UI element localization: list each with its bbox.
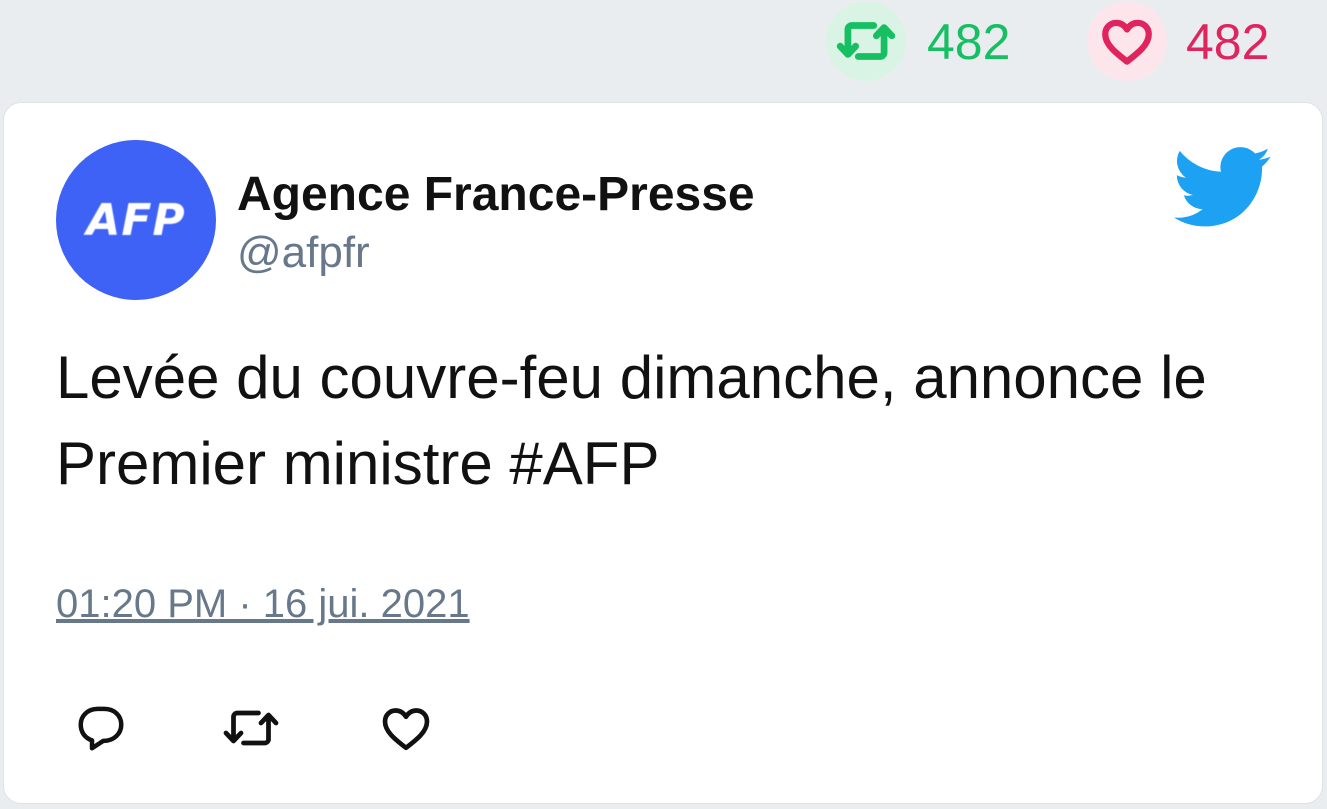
reply-button[interactable] — [71, 698, 131, 758]
tweet-timestamp-link[interactable]: 01:20 PM · 16 jui. 2021 — [56, 581, 470, 627]
author-name[interactable]: Agence France-Presse — [237, 168, 755, 222]
like-count: 482 — [1186, 14, 1270, 70]
like-button[interactable] — [376, 698, 436, 758]
avatar[interactable]: AFP — [56, 140, 216, 300]
retweet-stat-button[interactable] — [826, 1, 906, 81]
like-stat-button[interactable] — [1087, 1, 1167, 81]
heart-icon — [1102, 19, 1152, 65]
tweet-card: AFP Agence France-Presse @afpfr Levée du… — [3, 102, 1323, 804]
author-handle[interactable]: @afpfr — [237, 228, 370, 278]
reply-icon — [78, 706, 124, 751]
heart-icon — [382, 708, 430, 751]
retweet-count: 482 — [927, 14, 1011, 70]
tweet-text: Levée du couvre-feu dimanche, annonce le… — [56, 344, 1207, 497]
retweet-button[interactable] — [221, 698, 281, 758]
retweet-icon — [836, 22, 896, 60]
twitter-bird-icon[interactable] — [1174, 147, 1272, 232]
engagement-stats-bar: 482 482 — [0, 0, 1327, 102]
avatar-logo-text: AFP — [86, 194, 186, 246]
retweet-icon — [223, 710, 279, 746]
